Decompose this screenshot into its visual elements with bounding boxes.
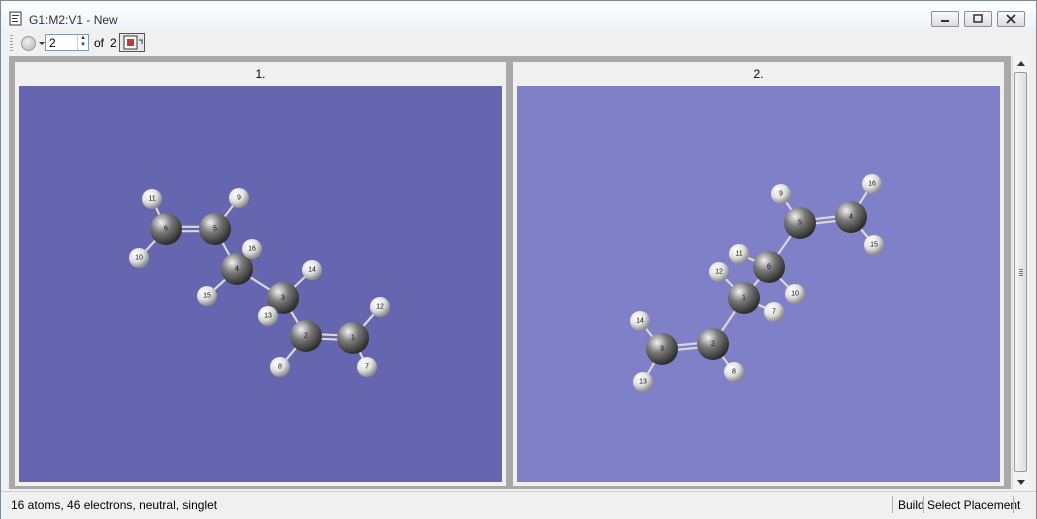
atom-number-label: 3 (660, 346, 664, 353)
atom-H-8[interactable]: 8 (724, 362, 744, 382)
atom-C-1[interactable]: 1 (728, 282, 760, 314)
status-bar: 16 atoms, 46 electrons, neutral, singlet… (1, 491, 1036, 519)
panel-1-label: 1. (255, 66, 266, 81)
atom-number-label: 6 (164, 226, 168, 233)
atom-number-label: 16 (248, 246, 256, 253)
toolbar-grip[interactable] (10, 35, 13, 51)
atom-number-label: 13 (639, 379, 647, 386)
atom-H-9[interactable]: 9 (771, 184, 791, 204)
of-label: of (94, 36, 105, 50)
atom-number-label: 8 (732, 369, 736, 376)
atom-H-14[interactable]: 14 (630, 311, 650, 331)
atom-H-11[interactable]: 11 (142, 189, 162, 209)
animate-button[interactable] (119, 33, 145, 52)
molecule-index-spinner[interactable]: 2 ▲ ▼ (45, 34, 89, 51)
atom-C-2[interactable]: 2 (697, 328, 729, 360)
atom-C-6[interactable]: 6 (753, 251, 785, 283)
atom-H-11[interactable]: 11 (729, 244, 749, 264)
atom-number-label: 9 (779, 191, 783, 198)
spin-up-icon[interactable]: ▲ (78, 35, 88, 42)
atom-number-label: 9 (237, 195, 241, 202)
atom-number-label: 1 (742, 295, 746, 302)
spin-down-icon[interactable]: ▼ (78, 42, 88, 49)
atom-C-5[interactable]: 5 (199, 213, 231, 245)
molecule-index-value[interactable]: 2 (49, 36, 56, 50)
atom-number-label: 2 (304, 333, 308, 340)
molecule-viewport-1[interactable]: 1 2 3 4 5 6 7 8 9 10 11 12 13 14 15 16 (19, 86, 502, 482)
atom-number-label: 10 (135, 255, 143, 262)
atom-number-label: 11 (148, 196, 155, 203)
atom-H-10[interactable]: 10 (129, 248, 149, 268)
atom-H-15[interactable]: 15 (197, 286, 217, 306)
viewport-background (517, 86, 1000, 482)
atom-number-label: 11 (735, 251, 742, 258)
atom-number-label: 12 (715, 269, 723, 276)
atom-H-12[interactable]: 12 (370, 297, 390, 317)
build-mode-label: Build (898, 498, 925, 512)
atom-H-13[interactable]: 13 (633, 372, 653, 392)
close-button[interactable] (997, 11, 1025, 27)
atom-H-10[interactable]: 10 (785, 284, 805, 304)
molecule-panel-1: 1. 1 2 3 4 5 6 7 8 9 10 11 12 13 14 15 16 (15, 62, 506, 486)
vertical-scrollbar[interactable] (1012, 56, 1029, 490)
atom-H-14[interactable]: 14 (302, 260, 322, 280)
molecule-summary: 16 atoms, 46 electrons, neutral, singlet (11, 498, 218, 512)
molecule-total: 2 (110, 36, 117, 50)
atom-C-4[interactable]: 4 (835, 201, 867, 233)
atom-C-5[interactable]: 5 (784, 207, 816, 239)
atom-number-label: 1 (351, 335, 355, 342)
molecule-selector-button[interactable] (21, 36, 36, 51)
title-bar[interactable]: G1:M2:V1 - New (1, 1, 1036, 30)
atom-number-label: 15 (870, 242, 878, 249)
molecule-panel-2: 2. 1 2 3 4 5 6 7 8 9 10 11 12 13 14 15 16 (513, 62, 1004, 486)
minimize-button[interactable] (931, 11, 959, 27)
atom-H-16[interactable]: 16 (862, 174, 882, 194)
atom-number-label: 3 (281, 295, 285, 302)
atom-number-label: 6 (767, 264, 771, 271)
atom-H-16[interactable]: 16 (242, 239, 262, 259)
atom-number-label: 5 (798, 220, 802, 227)
molecule-viewport-2[interactable]: 1 2 3 4 5 6 7 8 9 10 11 12 13 14 15 16 (517, 86, 1000, 482)
app-document-icon (9, 11, 22, 26)
molecule-window: G1:M2:V1 - New 2 ▲ ▼ of 2 1. 1 2 3 4 5 6… (0, 0, 1037, 519)
atom-number-label: 4 (849, 214, 853, 221)
atom-number-label: 10 (791, 291, 799, 298)
atom-H-15[interactable]: 15 (864, 235, 884, 255)
atom-number-label: 14 (636, 318, 644, 325)
placement-mode-label: Select Placement (927, 498, 1021, 512)
atom-number-label: 7 (365, 364, 369, 371)
viewer-area: 1. 1 2 3 4 5 6 7 8 9 10 11 12 13 14 15 16 2. 1234567891… (9, 56, 1011, 489)
restore-icon (973, 14, 983, 23)
scroll-down-icon[interactable] (1017, 480, 1025, 485)
atom-number-label: 5 (213, 226, 217, 233)
window-title: G1:M2:V1 - New (29, 13, 118, 27)
scrollbar-thumb[interactable] (1014, 72, 1027, 472)
atom-H-8[interactable]: 8 (270, 357, 290, 377)
atom-C-6[interactable]: 6 (150, 213, 182, 245)
atom-H-9[interactable]: 9 (229, 188, 249, 208)
atom-number-label: 13 (264, 313, 272, 320)
atom-number-label: 12 (376, 304, 384, 311)
scroll-up-icon[interactable] (1017, 61, 1025, 66)
restore-button[interactable] (964, 11, 992, 27)
atom-H-12[interactable]: 12 (709, 262, 729, 282)
molecule-toolbar: 2 ▲ ▼ of 2 (1, 30, 1036, 55)
atom-number-label: 14 (308, 267, 316, 274)
atom-H-13[interactable]: 13 (258, 306, 278, 326)
atom-C-3[interactable]: 3 (646, 333, 678, 365)
atom-number-label: 8 (278, 364, 282, 371)
film-icon (123, 35, 143, 50)
atom-number-label: 15 (203, 293, 211, 300)
atom-number-label: 4 (235, 266, 239, 273)
atom-C-1[interactable]: 1 (337, 322, 369, 354)
atom-H-7[interactable]: 7 (357, 357, 377, 377)
atom-H-7[interactable]: 7 (764, 302, 784, 322)
panel-2-label: 2. (753, 66, 764, 81)
atom-C-2[interactable]: 2 (290, 320, 322, 352)
atom-number-label: 16 (868, 181, 876, 188)
minimize-icon (941, 20, 949, 22)
atom-number-label: 2 (711, 341, 715, 348)
atom-number-label: 7 (772, 309, 776, 316)
close-icon (1006, 14, 1016, 24)
